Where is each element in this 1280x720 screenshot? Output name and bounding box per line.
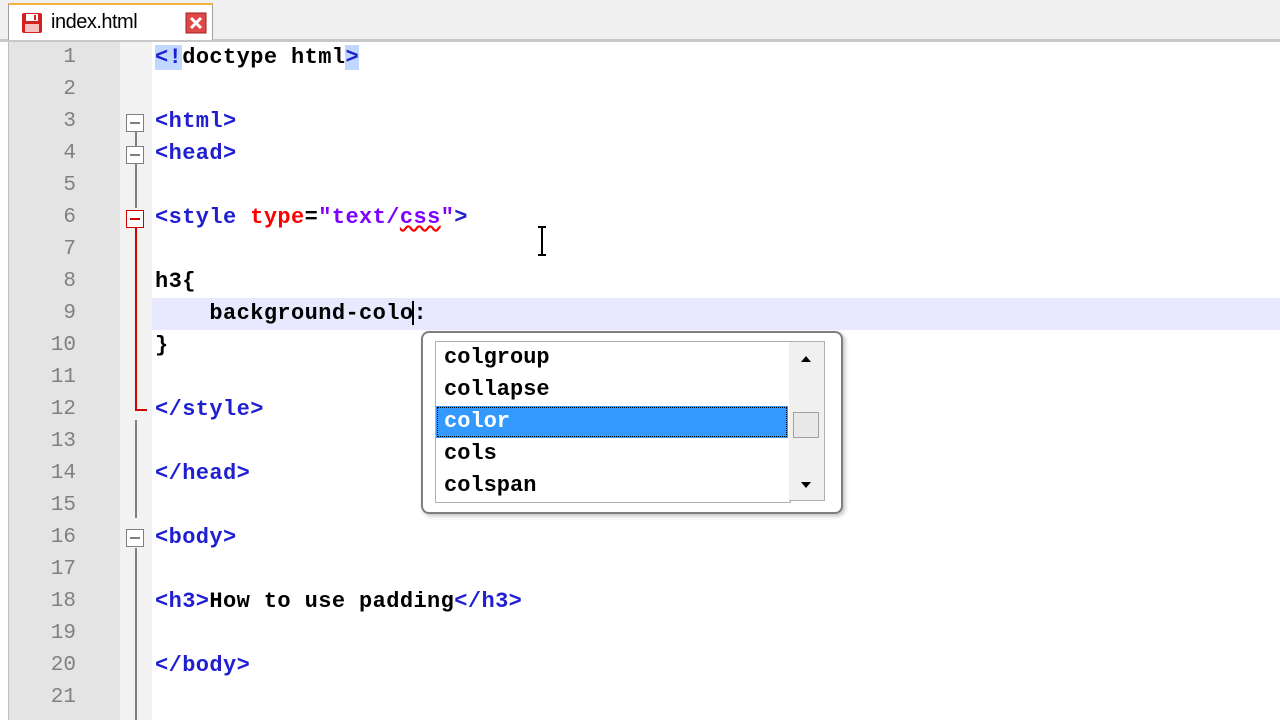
property-partial: background-colo: [209, 301, 414, 326]
line-number: 21: [50, 686, 76, 709]
scroll-down-arrow-icon[interactable]: [799, 478, 813, 492]
scroll-up-arrow-icon[interactable]: [799, 352, 813, 366]
doctype-close: >: [345, 45, 360, 70]
autocomplete-list[interactable]: colgroup collapse color cols colspan: [435, 341, 791, 503]
code-line-12: </style>: [155, 397, 264, 422]
autocomplete-item[interactable]: colspan: [436, 470, 788, 502]
line-number: 17: [50, 558, 76, 581]
code-line-14: </head>: [155, 461, 251, 486]
style-tag-close: >: [454, 205, 468, 230]
code-line-16: <body>: [155, 525, 237, 550]
h3-text: How to use padding: [209, 589, 455, 614]
code-line-8: h3{: [155, 269, 196, 294]
colon: :: [413, 301, 428, 326]
h3-close: </h3>: [454, 589, 523, 614]
line-number: 2: [63, 78, 76, 101]
doctype-text: doctype html: [182, 45, 346, 70]
tab-label: index.html: [51, 11, 138, 33]
line-number: 5: [63, 174, 76, 197]
line-number: 11: [50, 366, 76, 389]
autocomplete-scrollbar[interactable]: [789, 341, 825, 501]
ibeam-cursor-icon: [538, 226, 546, 256]
code-line-3: <html>: [155, 109, 237, 134]
code-line-6: <style type="text/css">: [155, 202, 468, 234]
autocomplete-popup[interactable]: colgroup collapse color cols colspan: [421, 331, 843, 514]
scrollbar-thumb[interactable]: [793, 412, 819, 438]
line-number: 19: [50, 622, 76, 645]
type-value-css: css: [399, 205, 441, 230]
line-number: 13: [50, 430, 76, 453]
doctype-open: <!: [155, 45, 183, 70]
autocomplete-item[interactable]: colgroup: [436, 342, 788, 374]
autocomplete-item[interactable]: collapse: [436, 374, 788, 406]
equals-sign: =: [304, 205, 319, 230]
line-number: 7: [63, 238, 76, 261]
type-value-a: "text/: [318, 205, 400, 230]
type-attribute: type: [250, 205, 305, 230]
close-x-icon[interactable]: [185, 12, 207, 34]
code-line-10: }: [155, 333, 169, 358]
code-line-4: <head>: [155, 141, 237, 166]
autocomplete-item[interactable]: cols: [436, 438, 788, 470]
type-value-c: ": [440, 205, 455, 230]
style-tag-open: <style: [155, 205, 251, 230]
autocomplete-item-selected[interactable]: color: [436, 406, 788, 438]
code-line-1: <!doctype html>: [155, 42, 360, 74]
tab-index-html[interactable]: index.html: [8, 3, 213, 40]
code-line-9: background-colo:: [155, 298, 427, 330]
code-line-20: </body>: [155, 653, 251, 678]
h3-open: <h3>: [155, 589, 210, 614]
code-line-18: <h3>How to use padding</h3>: [155, 586, 522, 618]
line-number: 15: [50, 494, 76, 517]
floppy-disk-red-icon: [22, 13, 42, 33]
